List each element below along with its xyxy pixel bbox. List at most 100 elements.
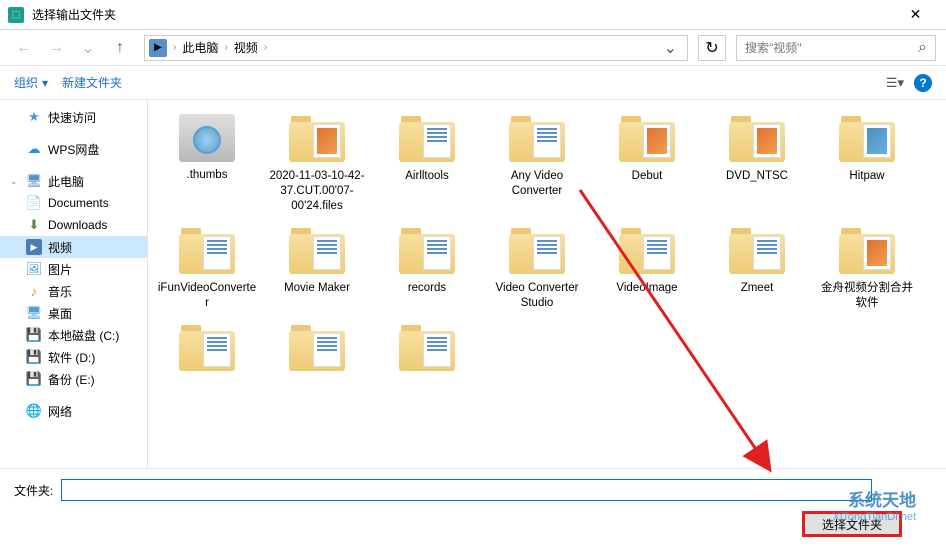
path-segment-pc[interactable]: 此电脑: [178, 39, 222, 56]
disk-icon-icon: 💾: [26, 371, 42, 387]
sidebar-item-Downloads[interactable]: ⬇Downloads: [0, 214, 147, 236]
sidebar-item-WPS网盘[interactable]: ☁WPS网盘: [0, 138, 147, 160]
app-icon: ⬚: [8, 7, 24, 23]
folder-item-.thumbs[interactable]: .thumbs: [152, 108, 262, 220]
search-icon[interactable]: ⌕: [918, 39, 927, 57]
folder-label: Any Video Converter: [484, 169, 590, 199]
main-area: ★ 快速访问 ☁WPS网盘 ⌄ 🖥 此电脑 📄Documents⬇Downloads ▶ 视频 🖼…: [0, 100, 946, 468]
sidebar: ★ 快速访问 ☁WPS网盘 ⌄ 🖥 此电脑 📄Documents⬇Downloads ▶ 视频 🖼…: [0, 100, 148, 468]
net-icon-icon: 🌐: [26, 403, 42, 419]
sidebar-item-此电脑[interactable]: ⌄ 🖥 此电脑: [0, 170, 147, 192]
path-location-icon: ▶: [149, 39, 167, 57]
path-bar[interactable]: ▶ › 此电脑 › 视频 › ⌄: [144, 35, 688, 61]
sidebar-item-label: Downloads: [48, 218, 107, 232]
search-input[interactable]: [745, 41, 918, 55]
folder-icon: [397, 323, 457, 373]
folder-icon: [287, 226, 347, 276]
folder-label: records: [374, 281, 480, 296]
folder-label: VideoImage: [594, 281, 700, 296]
sidebar-item-网络[interactable]: 🌐 网络: [0, 400, 147, 422]
folder-item-Hitpaw[interactable]: Hitpaw: [812, 108, 922, 220]
folder-label: .thumbs: [154, 168, 260, 183]
close-button[interactable]: ✕: [893, 0, 938, 30]
folder-item-金舟视频分割合并软件[interactable]: 金舟视频分割合并软件: [812, 220, 922, 317]
folder-icon: [507, 114, 567, 164]
expand-icon[interactable]: ⌄: [10, 176, 20, 187]
path-sep: ›: [262, 42, 269, 53]
navbar: ← → ⌄ ↑ ▶ › 此电脑 › 视频 › ⌄ ↻ ⌕: [0, 30, 946, 66]
sidebar-item-软件 (D:)[interactable]: 💾 软件 (D:): [0, 346, 147, 368]
folder-item-16[interactable]: [372, 317, 482, 384]
select-folder-button[interactable]: 选择文件夹: [802, 511, 902, 537]
folder-item-DVD_NTSC[interactable]: DVD_NTSC: [702, 108, 812, 220]
titlebar: ⬚ 选择输出文件夹 ✕: [0, 0, 946, 30]
sidebar-item-视频[interactable]: ▶ 视频: [0, 236, 147, 258]
folder-item-Movie Maker[interactable]: Movie Maker: [262, 220, 372, 317]
folder-item-records[interactable]: records: [372, 220, 482, 317]
folder-item-Zmeet[interactable]: Zmeet: [702, 220, 812, 317]
folder-label: Airlltools: [374, 169, 480, 184]
help-button[interactable]: ?: [914, 74, 932, 92]
organize-label: 组织: [14, 74, 38, 91]
refresh-button[interactable]: ↻: [698, 35, 726, 61]
new-folder-button[interactable]: 新建文件夹: [62, 74, 122, 91]
sidebar-item-label: 快速访问: [48, 109, 96, 126]
sidebar-item-label: 桌面: [48, 305, 72, 322]
folder-item-15[interactable]: [262, 317, 372, 384]
sidebar-item-图片[interactable]: 🖼图片: [0, 258, 147, 280]
folder-icon: [507, 226, 567, 276]
up-button[interactable]: ↑: [106, 35, 134, 61]
search-box[interactable]: ⌕: [736, 35, 936, 61]
view-options-button[interactable]: ☰▾: [886, 75, 904, 91]
folder-item-Airlltools[interactable]: Airlltools: [372, 108, 482, 220]
path-sep: ›: [171, 42, 178, 53]
sidebar-item-label: 音乐: [48, 283, 72, 300]
star-icon-icon: ★: [26, 109, 42, 125]
content-pane[interactable]: .thumbs2020-11-03-10-42-37.CUT.00'07-00'…: [148, 100, 946, 468]
folder-icon: [397, 114, 457, 164]
folder-label: DVD_NTSC: [704, 169, 810, 184]
sidebar-item-label: 网络: [48, 403, 72, 420]
folder-item-14[interactable]: [152, 317, 262, 384]
sidebar-item-本地磁盘 (C:)[interactable]: 💾本地磁盘 (C:): [0, 324, 147, 346]
folder-icon: [617, 226, 677, 276]
organize-menu[interactable]: 组织 ▾: [14, 74, 48, 91]
window-title: 选择输出文件夹: [32, 6, 893, 23]
recent-dropdown[interactable]: ⌄: [74, 35, 102, 61]
folder-icon: [177, 323, 237, 373]
folder-item-Debut[interactable]: Debut: [592, 108, 702, 220]
folder-item-VideoImage[interactable]: VideoImage: [592, 220, 702, 317]
folder-label: Zmeet: [704, 281, 810, 296]
path-sep: ›: [222, 42, 229, 53]
sidebar-item-label: 视频: [48, 239, 72, 256]
sidebar-item-label: Documents: [48, 196, 109, 210]
sidebar-item-label: 此电脑: [48, 173, 84, 190]
wps-icon-icon: ☁: [26, 141, 42, 157]
pc-icon-icon: 🖥: [26, 173, 42, 189]
folder-item-iFunVideoConverter[interactable]: iFunVideoConverter: [152, 220, 262, 317]
back-button[interactable]: ←: [10, 35, 38, 61]
folder-name-input[interactable]: [61, 479, 872, 501]
folder-icon: [727, 114, 787, 164]
forward-button[interactable]: →: [42, 35, 70, 61]
path-segment-videos[interactable]: 视频: [230, 39, 262, 56]
path-dropdown[interactable]: ⌄: [658, 38, 683, 58]
desktop-icon-icon: 🖥: [26, 305, 42, 321]
sidebar-item-label: 软件 (D:): [48, 349, 95, 366]
folder-label: Hitpaw: [814, 169, 920, 184]
folder-item-2020-11-03-10-42-37.CUT.00'07-00'24.files[interactable]: 2020-11-03-10-42-37.CUT.00'07-00'24.file…: [262, 108, 372, 220]
folder-item-Video Converter Studio[interactable]: Video Converter Studio: [482, 220, 592, 317]
sidebar-item-桌面[interactable]: 🖥 桌面: [0, 302, 147, 324]
folder-label: Debut: [594, 169, 700, 184]
sidebar-item-音乐[interactable]: ♪音乐: [0, 280, 147, 302]
vid-icon-icon: ▶: [26, 239, 42, 255]
sidebar-item-快速访问[interactable]: ★ 快速访问: [0, 106, 147, 128]
folder-label: 金舟视频分割合并软件: [814, 281, 920, 311]
sidebar-item-备份 (E:)[interactable]: 💾备份 (E:): [0, 368, 147, 390]
sidebar-item-Documents[interactable]: 📄Documents: [0, 192, 147, 214]
toolbar: 组织 ▾ 新建文件夹 ☰▾ ?: [0, 66, 946, 100]
folder-icon: [837, 114, 897, 164]
folder-icon: [287, 323, 347, 373]
folder-item-Any Video Converter[interactable]: Any Video Converter: [482, 108, 592, 220]
disk-icon-icon: 💾: [26, 349, 42, 365]
